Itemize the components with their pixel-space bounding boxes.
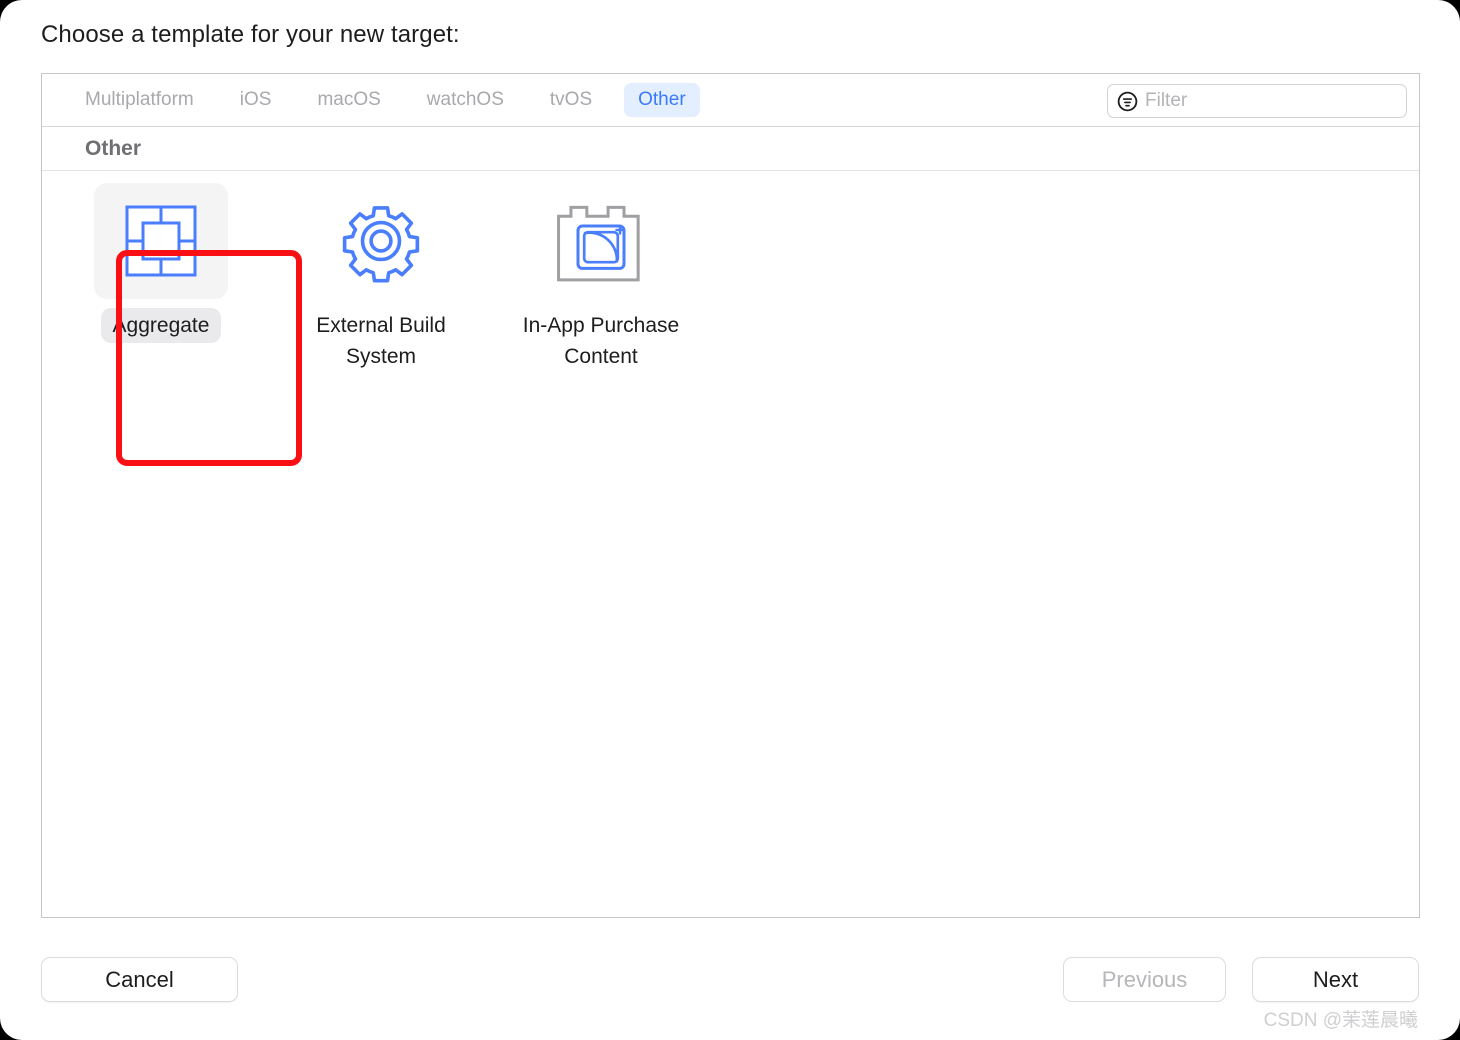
page-title: Choose a template for your new target: (41, 21, 460, 48)
template-icon-tile (94, 183, 228, 299)
watermark: CSDN @茉莲晨曦 (1263, 1010, 1418, 1031)
template-icon-tile (314, 183, 448, 299)
tab-ios[interactable]: iOS (226, 83, 286, 117)
template-label: Aggregate (100, 308, 222, 343)
cancel-button[interactable]: Cancel (41, 957, 238, 1002)
previous-button[interactable]: Previous (1063, 957, 1226, 1002)
filter-input[interactable]: Filter (1107, 84, 1407, 118)
template-chooser-dialog: Choose a template for your new target: M… (0, 0, 1460, 1040)
template-item-external-build-system[interactable]: External Build System (288, 183, 474, 374)
template-panel: Multiplatform iOS macOS watchOS tvOS Oth… (41, 73, 1420, 918)
template-label: In-App Purchase Content (522, 314, 680, 368)
template-item-in-app-purchase-content[interactable]: In-App Purchase Content (508, 183, 694, 374)
template-grid: Aggregate External Build System In-App P… (42, 171, 1419, 374)
tab-watchos[interactable]: watchOS (413, 83, 518, 117)
tab-tvos[interactable]: tvOS (536, 83, 606, 117)
in-app-purchase-icon (557, 205, 640, 282)
next-button[interactable]: Next (1252, 957, 1419, 1002)
tab-macos[interactable]: macOS (303, 83, 394, 117)
aggregate-icon (125, 205, 197, 277)
tab-multiplatform[interactable]: Multiplatform (71, 83, 208, 117)
template-item-aggregate[interactable]: Aggregate (68, 183, 254, 343)
filter-icon (1117, 91, 1138, 111)
template-label: External Build System (316, 314, 446, 368)
section-header: Other (42, 127, 1419, 171)
template-icon-tile (534, 183, 668, 299)
filter-placeholder: Filter (1145, 90, 1188, 111)
tab-other[interactable]: Other (624, 83, 700, 117)
gear-icon (342, 206, 420, 283)
platform-tab-bar: Multiplatform iOS macOS watchOS tvOS Oth… (42, 74, 1419, 127)
section-header-label: Other (85, 136, 142, 160)
